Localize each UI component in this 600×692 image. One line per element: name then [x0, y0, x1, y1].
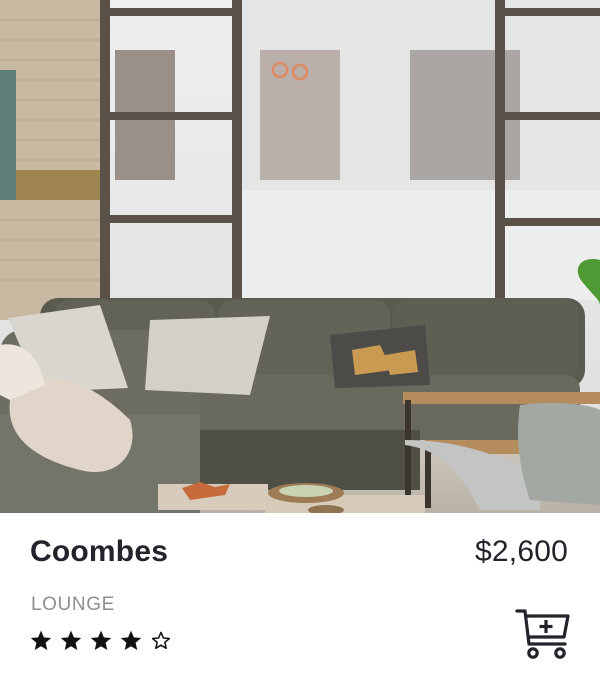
star-filled-icon [120, 630, 142, 650]
star-filled-icon [30, 630, 52, 650]
product-photo [0, 0, 600, 513]
product-category: LOUNGE [31, 594, 115, 615]
product-price: $2,600 [475, 535, 568, 568]
product-info: Coombes $2,600 LOUNGE [0, 513, 600, 692]
star-filled-icon [60, 630, 82, 650]
product-name: Coombes [30, 535, 169, 568]
star-rating [29, 629, 173, 653]
add-to-cart-icon [515, 609, 570, 659]
add-to-cart-button[interactable] [513, 604, 573, 662]
star-outline-icon [151, 631, 171, 650]
star-filled-icon [90, 630, 112, 650]
product-card: Coombes $2,600 LOUNGE [0, 0, 600, 692]
